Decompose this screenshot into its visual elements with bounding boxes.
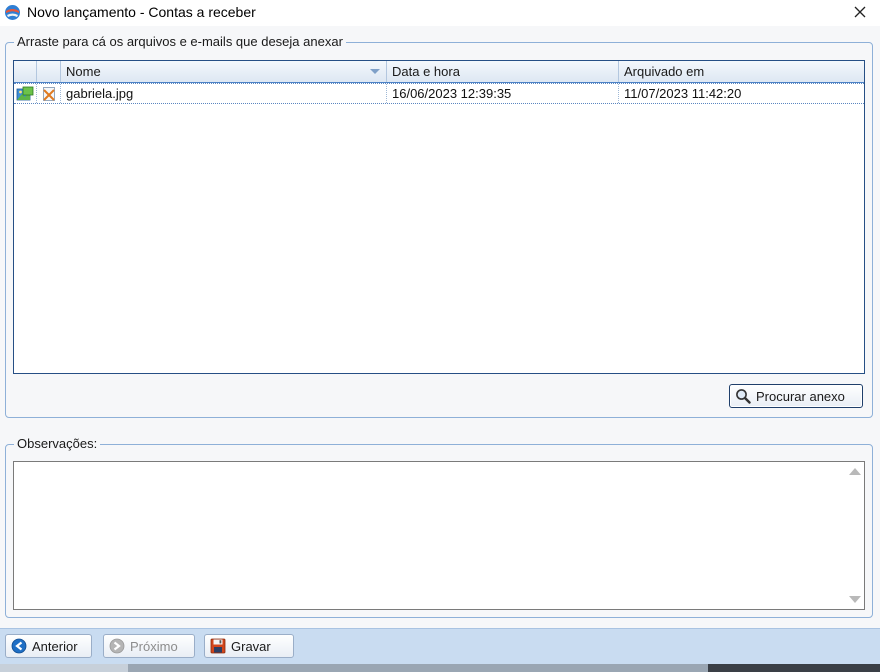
header-arquivado-em[interactable]: Arquivado em [619, 61, 864, 82]
table-row[interactable]: gabriela.jpg 16/06/2023 12:39:35 11/07/2… [14, 83, 864, 104]
scroll-up-icon[interactable] [849, 468, 861, 475]
forward-arrow-icon [109, 638, 125, 654]
browse-attachment-button[interactable]: Procurar anexo [729, 384, 863, 408]
taskbar-dark-area [708, 664, 880, 672]
next-button[interactable]: Próximo [103, 634, 195, 658]
save-label: Gravar [231, 638, 271, 654]
observations-scrollbar[interactable] [845, 462, 864, 609]
app-globe-icon [4, 4, 21, 21]
header-nome-label: Nome [66, 64, 101, 79]
title-bar: Novo lançamento - Contas a receber [0, 0, 880, 26]
image-file-icon [14, 84, 37, 103]
remove-attachment-icon[interactable] [37, 84, 61, 103]
save-button[interactable]: Gravar [204, 634, 294, 658]
attachments-group: Arraste para cá os arquivos e e-mails qu… [5, 34, 873, 418]
close-icon [854, 6, 866, 21]
window-title: Novo lançamento - Contas a receber [27, 4, 256, 20]
cell-nome: gabriela.jpg [61, 84, 387, 103]
close-button[interactable] [840, 0, 880, 26]
header-icon-column[interactable] [14, 61, 37, 82]
magnifier-icon [735, 388, 751, 404]
observations-group: Observações: [5, 436, 873, 618]
observations-textarea[interactable] [14, 462, 845, 609]
previous-label: Anterior [32, 638, 78, 654]
browse-attachment-label: Procurar anexo [756, 388, 845, 404]
attachments-grid[interactable]: Nome Data e hora Arquivado em gabriela.j… [13, 60, 865, 374]
attachments-group-label: Arraste para cá os arquivos e e-mails qu… [14, 34, 346, 50]
back-arrow-icon [11, 638, 27, 654]
header-data-hora[interactable]: Data e hora [387, 61, 619, 82]
observations-textarea-frame [13, 461, 865, 610]
taskbar-tab [0, 664, 128, 672]
scroll-down-icon[interactable] [849, 596, 861, 603]
header-nome[interactable]: Nome [61, 61, 387, 82]
header-data-hora-label: Data e hora [392, 64, 460, 79]
cell-arquivado-em: 11/07/2023 11:42:20 [624, 86, 742, 101]
footer-bar: Anterior Próximo Gravar [0, 628, 880, 664]
observations-group-label: Observações: [14, 436, 101, 452]
next-label: Próximo [130, 638, 178, 654]
grid-header: Nome Data e hora Arquivado em [14, 61, 864, 83]
dialog-body: Arraste para cá os arquivos e e-mails qu… [0, 26, 880, 628]
sort-desc-icon [370, 69, 380, 74]
header-action-column[interactable] [37, 61, 61, 82]
previous-button[interactable]: Anterior [5, 634, 92, 658]
header-arquivado-em-label: Arquivado em [624, 64, 705, 79]
floppy-disk-icon [210, 638, 226, 654]
cell-data-hora: 16/06/2023 12:39:35 [387, 84, 619, 103]
